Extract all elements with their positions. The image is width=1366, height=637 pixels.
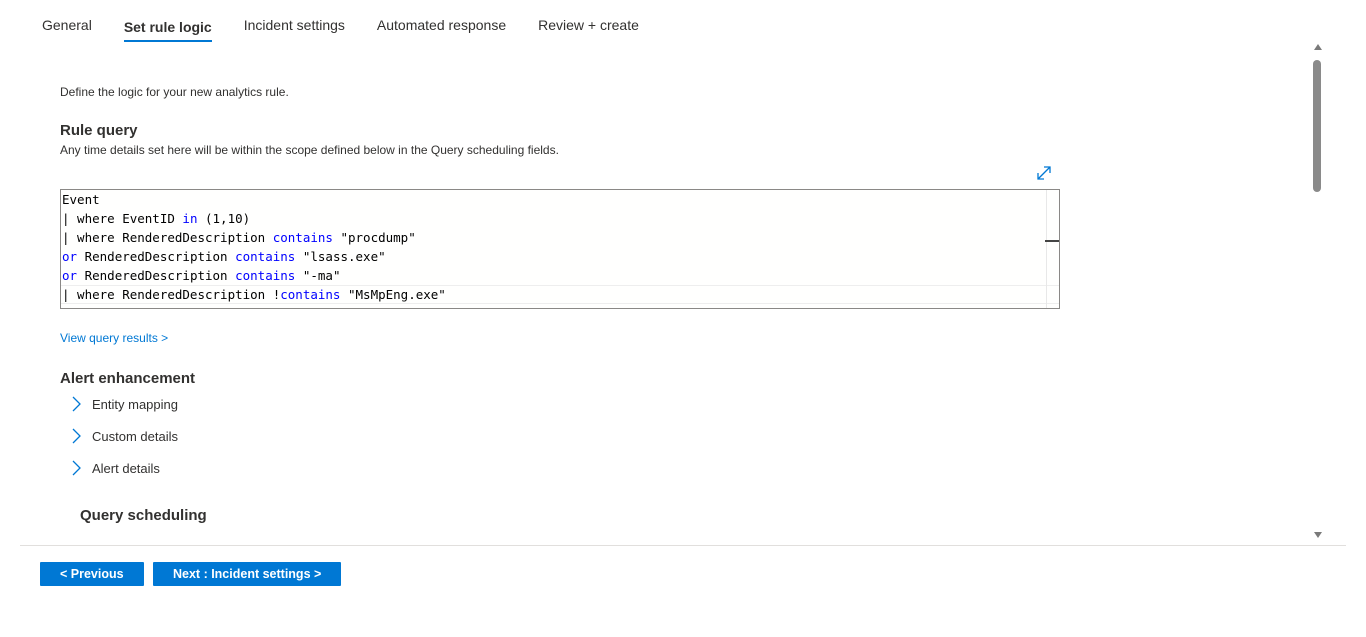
previous-button[interactable]: < Previous bbox=[40, 562, 144, 586]
query-line: Event bbox=[62, 192, 100, 207]
main-content: Define the logic for your new analytics … bbox=[0, 48, 1326, 538]
chevron-right-icon bbox=[72, 460, 81, 476]
scroll-down-arrow-icon[interactable] bbox=[1314, 532, 1322, 538]
query-editor[interactable]: Event | where EventID in (1,10) | where … bbox=[60, 189, 1060, 309]
query-line-current: | where RenderedDescription !contains "M… bbox=[61, 285, 1059, 304]
page-scrollbar[interactable] bbox=[1310, 44, 1326, 540]
query-line: | where RenderedDescription contains "pr… bbox=[62, 230, 416, 245]
accordion-label: Alert details bbox=[92, 460, 160, 476]
accordion-entity-mapping[interactable]: Entity mapping bbox=[68, 393, 178, 415]
alert-enhancement-title: Alert enhancement bbox=[60, 370, 196, 387]
view-query-results-link[interactable]: View query results > bbox=[60, 331, 168, 345]
tab-general[interactable]: General bbox=[42, 0, 92, 33]
query-line: | where EventID in (1,10) bbox=[62, 211, 251, 226]
editor-scroll-marker bbox=[1045, 240, 1059, 242]
accordion-label: Entity mapping bbox=[92, 396, 178, 412]
next-incident-settings-button[interactable]: Next : Incident settings > bbox=[153, 562, 342, 586]
scroll-up-arrow-icon[interactable] bbox=[1314, 44, 1322, 50]
editor-scrollbar[interactable] bbox=[1045, 190, 1059, 308]
tab-incident-settings[interactable]: Incident settings bbox=[244, 0, 345, 33]
rule-query-subtitle: Any time details set here will be within… bbox=[60, 143, 559, 157]
tab-set-rule-logic[interactable]: Set rule logic bbox=[123, 0, 212, 42]
tab-review-create[interactable]: Review + create bbox=[538, 0, 639, 33]
chevron-right-icon bbox=[72, 396, 81, 412]
query-line: or RenderedDescription contains "-ma" bbox=[62, 268, 341, 283]
expand-diagonal-icon[interactable] bbox=[1034, 163, 1054, 183]
scroll-thumb[interactable] bbox=[1313, 60, 1321, 192]
query-line: or RenderedDescription contains "lsass.e… bbox=[62, 249, 386, 264]
intro-text: Define the logic for your new analytics … bbox=[60, 85, 289, 99]
accordion-custom-details[interactable]: Custom details bbox=[68, 425, 178, 447]
accordion-alert-details[interactable]: Alert details bbox=[68, 457, 160, 479]
query-scheduling-title: Query scheduling bbox=[80, 507, 207, 524]
chevron-right-icon bbox=[72, 428, 81, 444]
footer-divider bbox=[20, 545, 1346, 546]
rule-query-title: Rule query bbox=[60, 122, 138, 139]
accordion-label: Custom details bbox=[92, 428, 178, 444]
tab-automated-response[interactable]: Automated response bbox=[377, 0, 506, 33]
wizard-tabs: General Set rule logic Incident settings… bbox=[42, 0, 671, 48]
